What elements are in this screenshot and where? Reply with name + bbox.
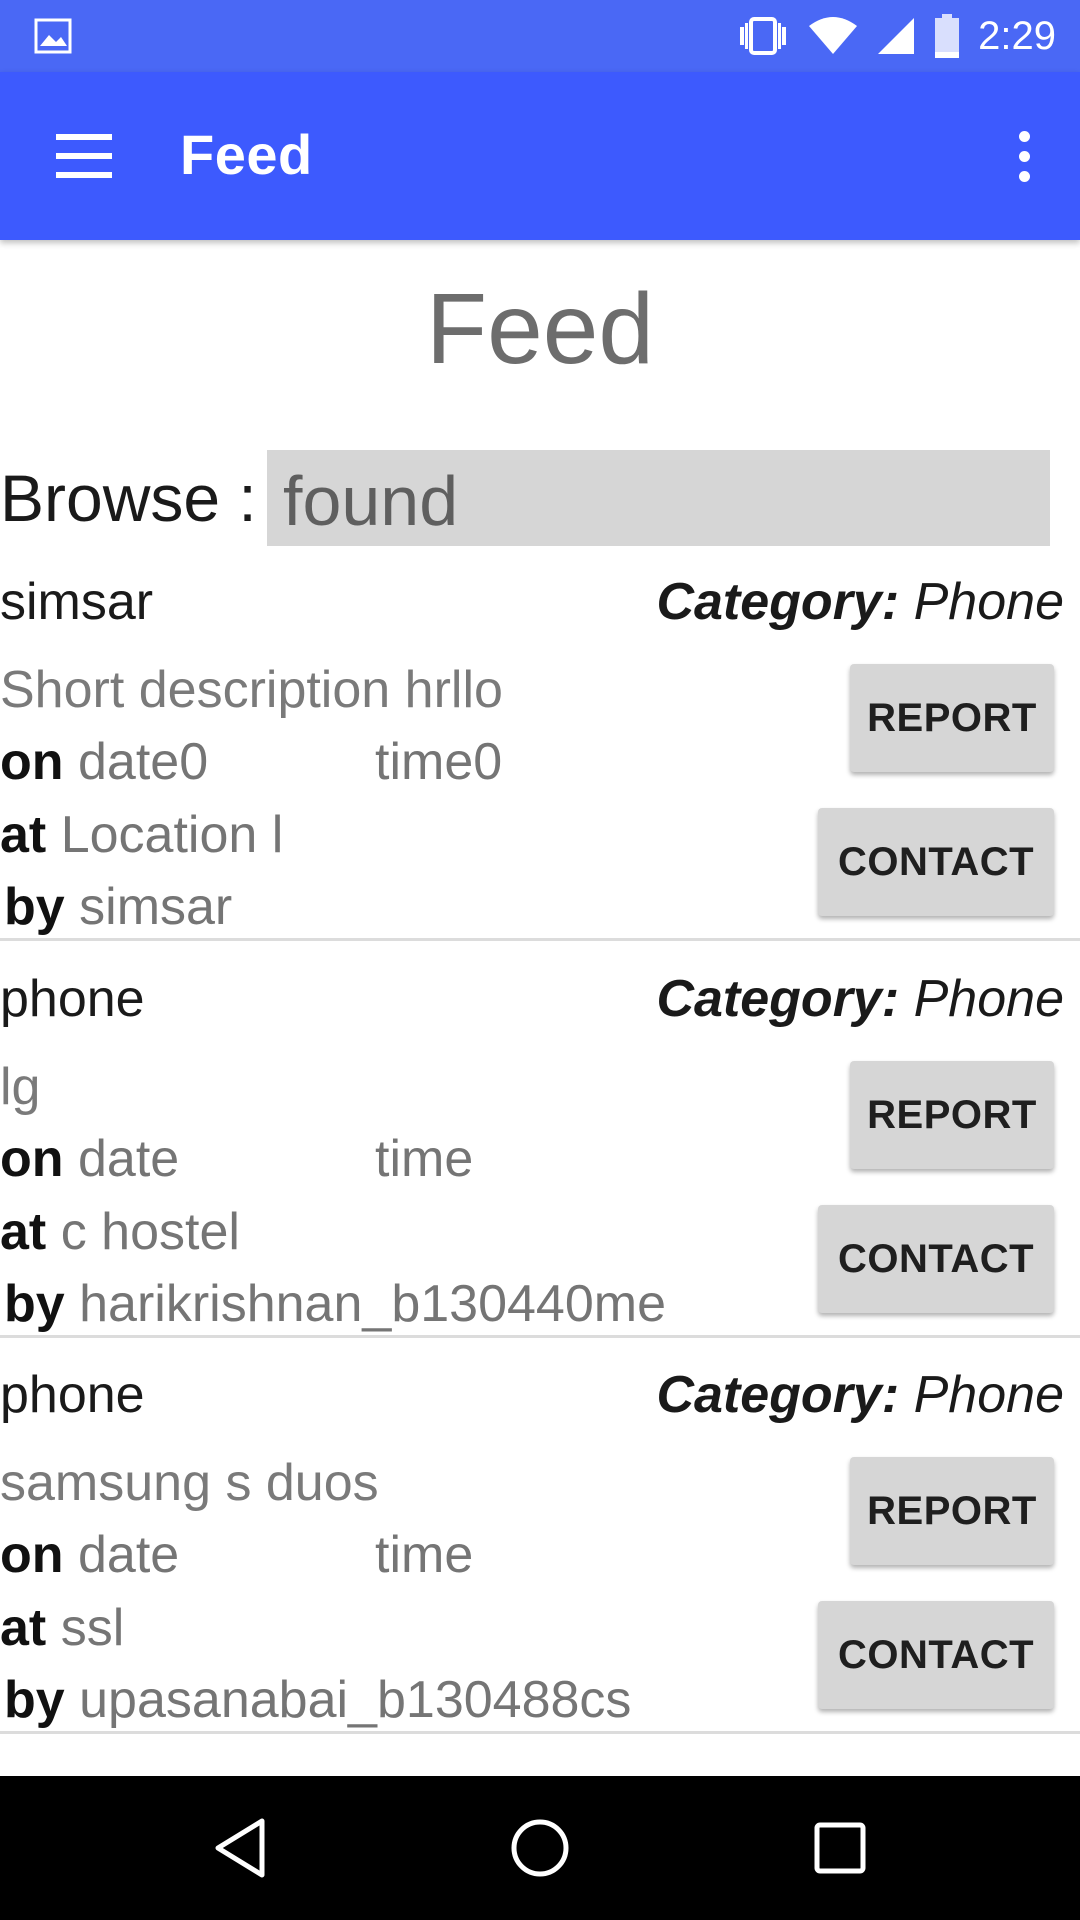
item-date-line: on date — [0, 1129, 179, 1189]
feed-item: phone Category: Phone samsung s duos on … — [0, 1337, 1080, 1734]
feed-item: phone Category: Phone lg on date time at… — [0, 941, 1080, 1338]
item-user-line: by harikrishnan_b130440me — [4, 1274, 666, 1334]
contact-button[interactable]: CONTACT — [818, 1205, 1054, 1313]
item-category: Category: Phone — [656, 1365, 1064, 1425]
status-bar: 2:29 — [0, 0, 1080, 72]
item-title: phone — [0, 1366, 145, 1424]
report-button[interactable]: REPORT — [850, 1457, 1054, 1565]
home-icon[interactable] — [498, 1806, 582, 1890]
item-location: Location l — [60, 806, 284, 864]
category-label: Category: — [656, 573, 900, 631]
vibrate-icon — [740, 17, 787, 55]
item-user: harikrishnan_b130440me — [79, 1275, 666, 1333]
at-label: at — [0, 1599, 47, 1657]
back-icon[interactable] — [198, 1806, 282, 1890]
menu-icon[interactable] — [40, 116, 128, 196]
at-label: at — [0, 1203, 47, 1261]
browse-label: Browse : — [0, 461, 257, 535]
on-label: on — [0, 1130, 64, 1188]
contact-button[interactable]: CONTACT — [818, 1601, 1054, 1709]
browse-input[interactable] — [267, 450, 1050, 546]
item-description: Short description hrllo — [0, 661, 503, 719]
item-category: Category: Phone — [656, 572, 1064, 632]
category-value: Phone — [913, 970, 1064, 1028]
item-location-line: at ssl — [0, 1598, 124, 1658]
item-time: time — [375, 1130, 474, 1188]
report-button[interactable]: REPORT — [850, 664, 1054, 772]
on-label: on — [0, 733, 64, 791]
signal-icon — [878, 18, 915, 54]
report-button[interactable]: REPORT — [850, 1061, 1054, 1169]
item-description: lg — [0, 1058, 41, 1116]
item-location: c hostel — [60, 1203, 240, 1261]
category-value: Phone — [913, 573, 1064, 631]
item-title: simsar — [0, 573, 154, 631]
by-label: by — [4, 878, 65, 936]
item-user: simsar — [79, 878, 233, 936]
item-user-line: by simsar — [4, 877, 232, 937]
item-title: phone — [0, 970, 145, 1028]
item-user: upasanabai_b130488cs — [79, 1671, 632, 1729]
category-label: Category: — [656, 1366, 900, 1424]
item-category: Category: Phone — [656, 969, 1064, 1029]
item-user-line: by upasanabai_b130488cs — [4, 1670, 631, 1730]
by-label: by — [4, 1671, 65, 1729]
category-value: Phone — [913, 1366, 1064, 1424]
on-label: on — [0, 1526, 64, 1584]
item-date: date — [77, 1526, 180, 1584]
feed-item: simsar Category: Phone Short description… — [0, 544, 1080, 941]
at-label: at — [0, 806, 47, 864]
contact-button[interactable]: CONTACT — [818, 808, 1054, 916]
navigation-bar — [0, 1776, 1080, 1920]
recents-icon[interactable] — [798, 1806, 882, 1890]
item-location-line: at Location l — [0, 805, 283, 865]
status-time: 2:29 — [978, 13, 1056, 58]
overflow-menu-icon[interactable] — [992, 116, 1056, 196]
gallery-icon — [34, 18, 72, 54]
app-bar-title: Feed — [180, 123, 313, 186]
wifi-icon — [809, 17, 858, 54]
app-bar: Feed — [0, 72, 1080, 240]
by-label: by — [4, 1275, 65, 1333]
battery-icon — [935, 14, 960, 58]
page-title: Feed — [426, 273, 654, 385]
item-time: time — [375, 1526, 474, 1584]
item-location: ssl — [60, 1599, 125, 1657]
item-date: date — [77, 1130, 180, 1188]
item-date-line: on date — [0, 1525, 179, 1585]
item-date-line: on date0 — [0, 732, 208, 792]
item-time: time0 — [375, 733, 503, 791]
item-date: date0 — [77, 733, 209, 791]
item-description: samsung s duos — [0, 1454, 379, 1512]
category-label: Category: — [656, 970, 900, 1028]
item-location-line: at c hostel — [0, 1202, 240, 1262]
